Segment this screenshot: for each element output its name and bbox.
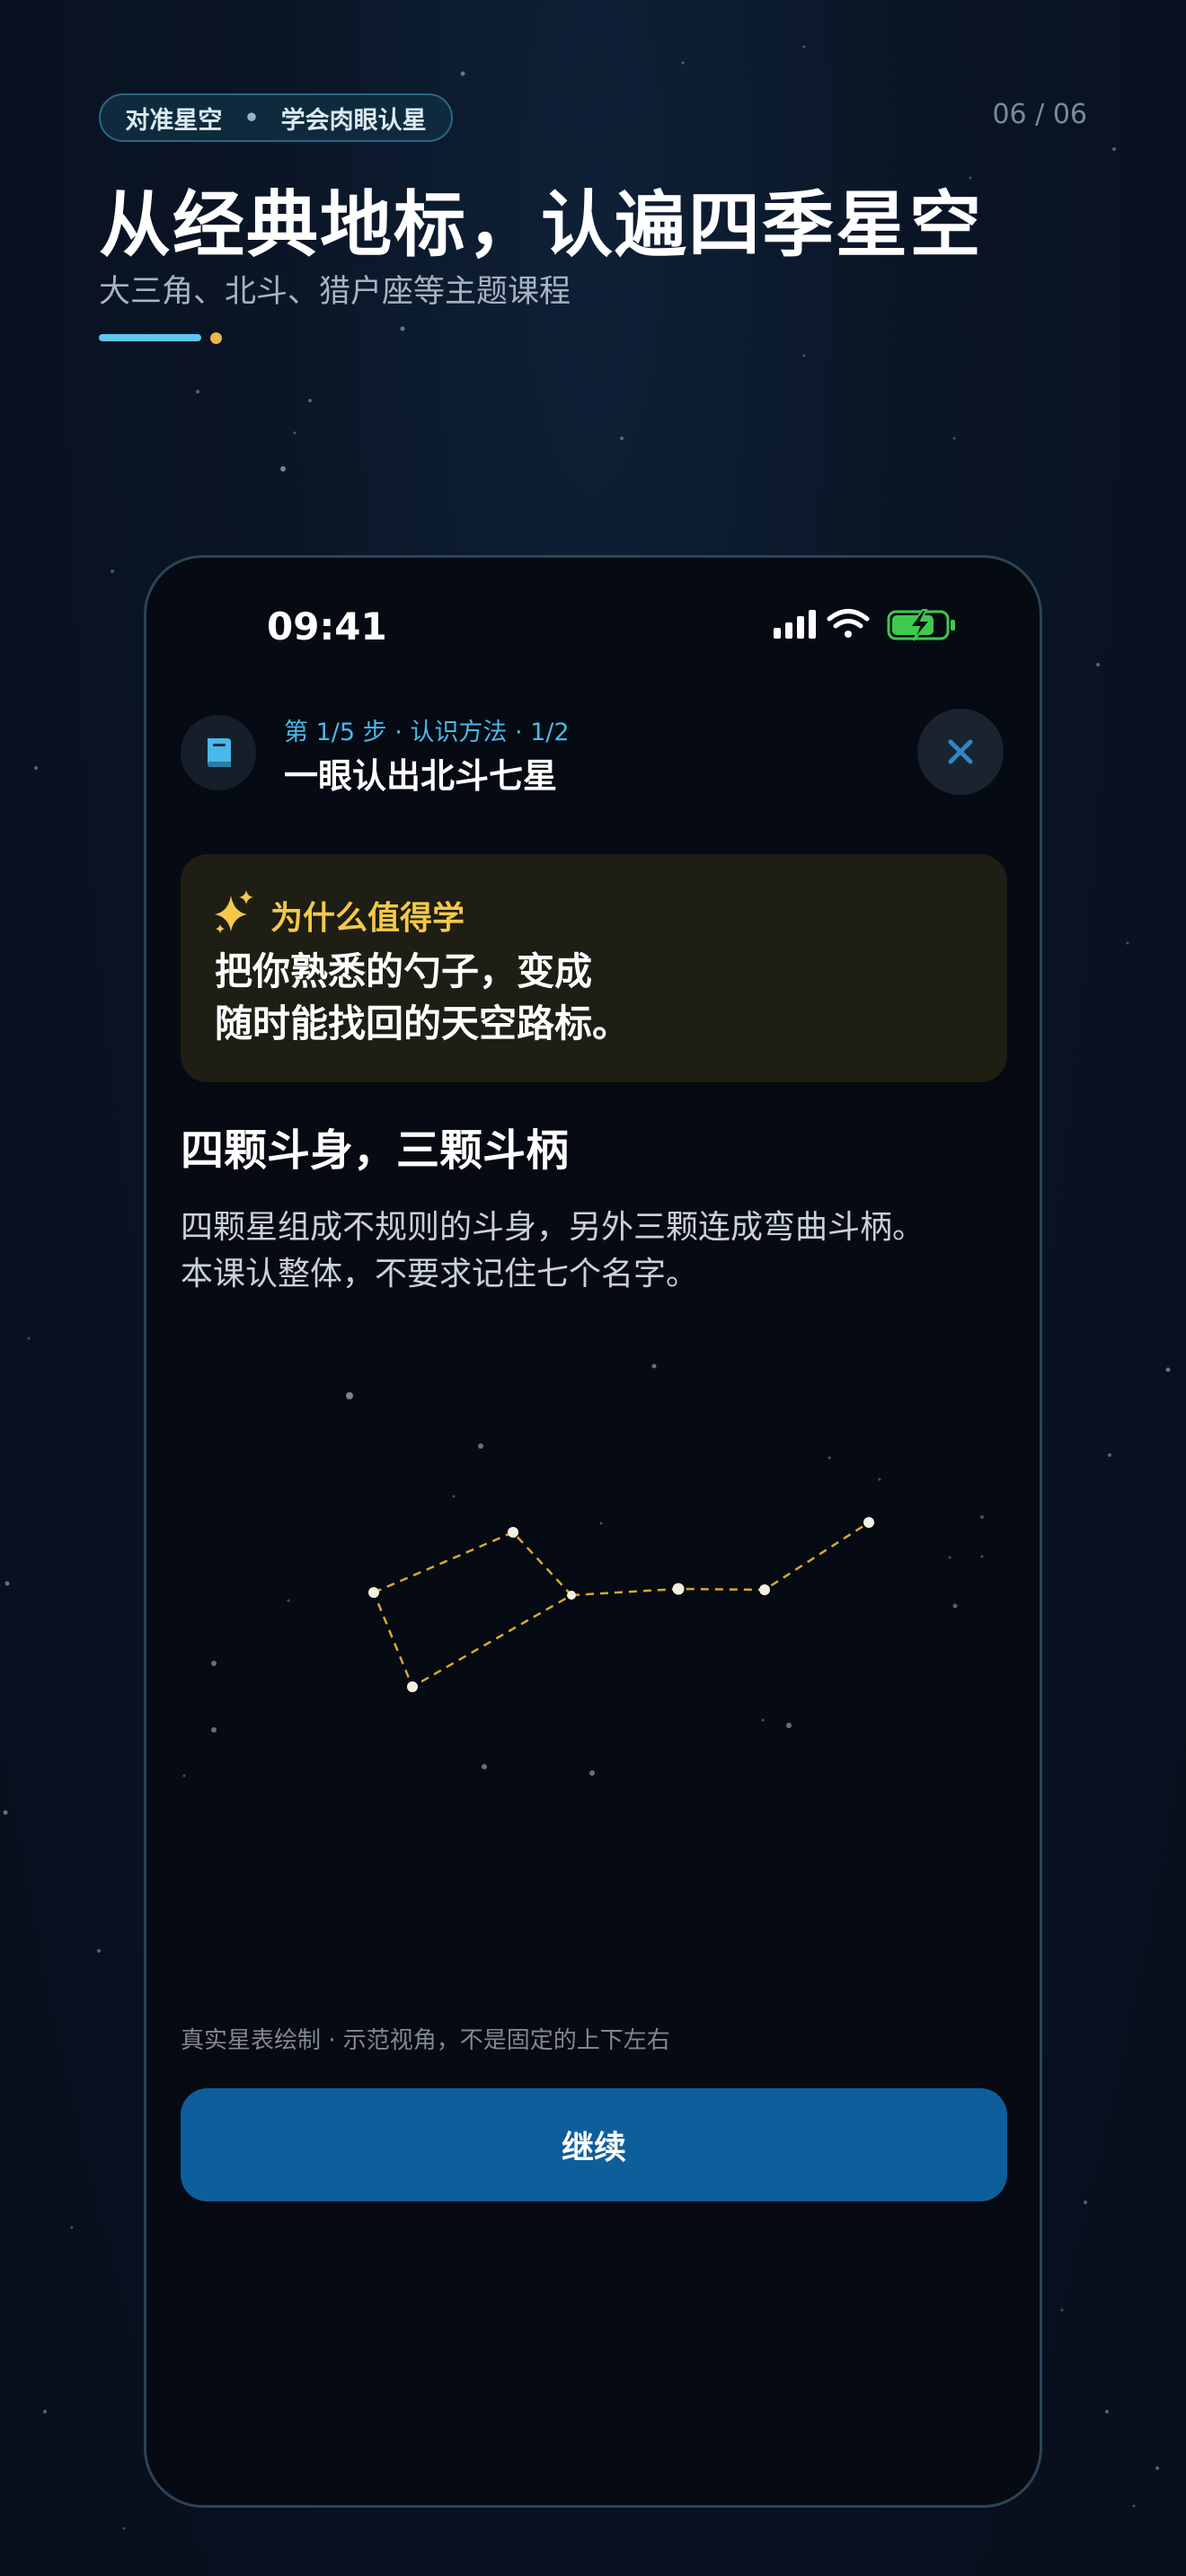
status-icons (774, 606, 959, 646)
dipper-star-3 (567, 1591, 576, 1600)
page-counter: 06 / 06 (992, 99, 1087, 130)
background-stars (182, 1363, 984, 1778)
close-icon (948, 739, 973, 764)
lesson-book-button[interactable] (181, 715, 256, 790)
why-learn-card: 为什么值得学 把你熟悉的勺子，变成 随时能找回的天空路标。 (181, 854, 1007, 1082)
chart-caption: 真实星表绘制 · 示范视角，不是固定的上下左右 (181, 2027, 670, 2054)
dipper-star-5 (672, 1583, 685, 1595)
topic-tag-right: 学会肉眼认星 (280, 106, 427, 135)
section-title: 四颗斗身，三颗斗柄 (181, 1125, 570, 1176)
dipper-stars (368, 1517, 874, 1692)
section-description-line-2: 本课认整体，不要求记住七个名字。 (181, 1256, 699, 1292)
status-time: 09:41 (267, 604, 387, 648)
why-learn-title: 为什么值得学 (270, 900, 465, 937)
dipper-handle-line (571, 1521, 870, 1597)
lesson-title: 一眼认出北斗七星 (284, 756, 558, 796)
dipper-bowl-line (372, 1531, 573, 1689)
dipper-star-1 (368, 1587, 379, 1598)
wifi-icon (827, 609, 870, 638)
close-button[interactable] (917, 709, 1004, 795)
battery-charging-icon (887, 609, 955, 641)
topic-tag-separator: • (243, 103, 260, 132)
sparkle-icon (215, 890, 253, 933)
phone-frame: 09:41 第 1/5 步 · 认识方法 · 1/2 一眼认出北斗七星 为什么值… (144, 555, 1042, 2508)
page-progress-dot (210, 332, 222, 344)
dipper-star-6 (759, 1584, 770, 1595)
section-description: 四颗星组成不规则的斗身，另外三颗连成弯曲斗柄。 本课认整体，不要求记住七个名字。 (181, 1204, 925, 1298)
lesson-step-indicator: 第 1/5 步 · 认识方法 · 1/2 (284, 719, 570, 746)
page-progress-bar (99, 334, 201, 341)
why-learn-line-1: 把你熟悉的勺子，变成 (215, 949, 593, 993)
continue-button[interactable]: 继续 (181, 2088, 1007, 2201)
book-icon (208, 738, 231, 767)
dipper-star-7 (863, 1517, 874, 1528)
why-learn-body: 把你熟悉的勺子，变成 随时能找回的天空路标。 (215, 946, 630, 1050)
page-subhead: 大三角、北斗、猎户座等主题课程 (99, 274, 571, 310)
page-headline: 从经典地标，认遍四季星空 (99, 183, 983, 267)
topic-tag: 对准星空 • 学会肉眼认星 (99, 93, 453, 142)
dipper-star-2 (508, 1527, 518, 1538)
section-description-line-1: 四颗星组成不规则的斗身，另外三颗连成弯曲斗柄。 (181, 1209, 925, 1246)
why-learn-line-2: 随时能找回的天空路标。 (215, 1001, 631, 1045)
topic-tag-left: 对准星空 (125, 106, 223, 135)
dipper-star-4 (407, 1681, 418, 1692)
big-dipper-star-chart (182, 1363, 984, 1778)
signal-icon (774, 610, 816, 639)
